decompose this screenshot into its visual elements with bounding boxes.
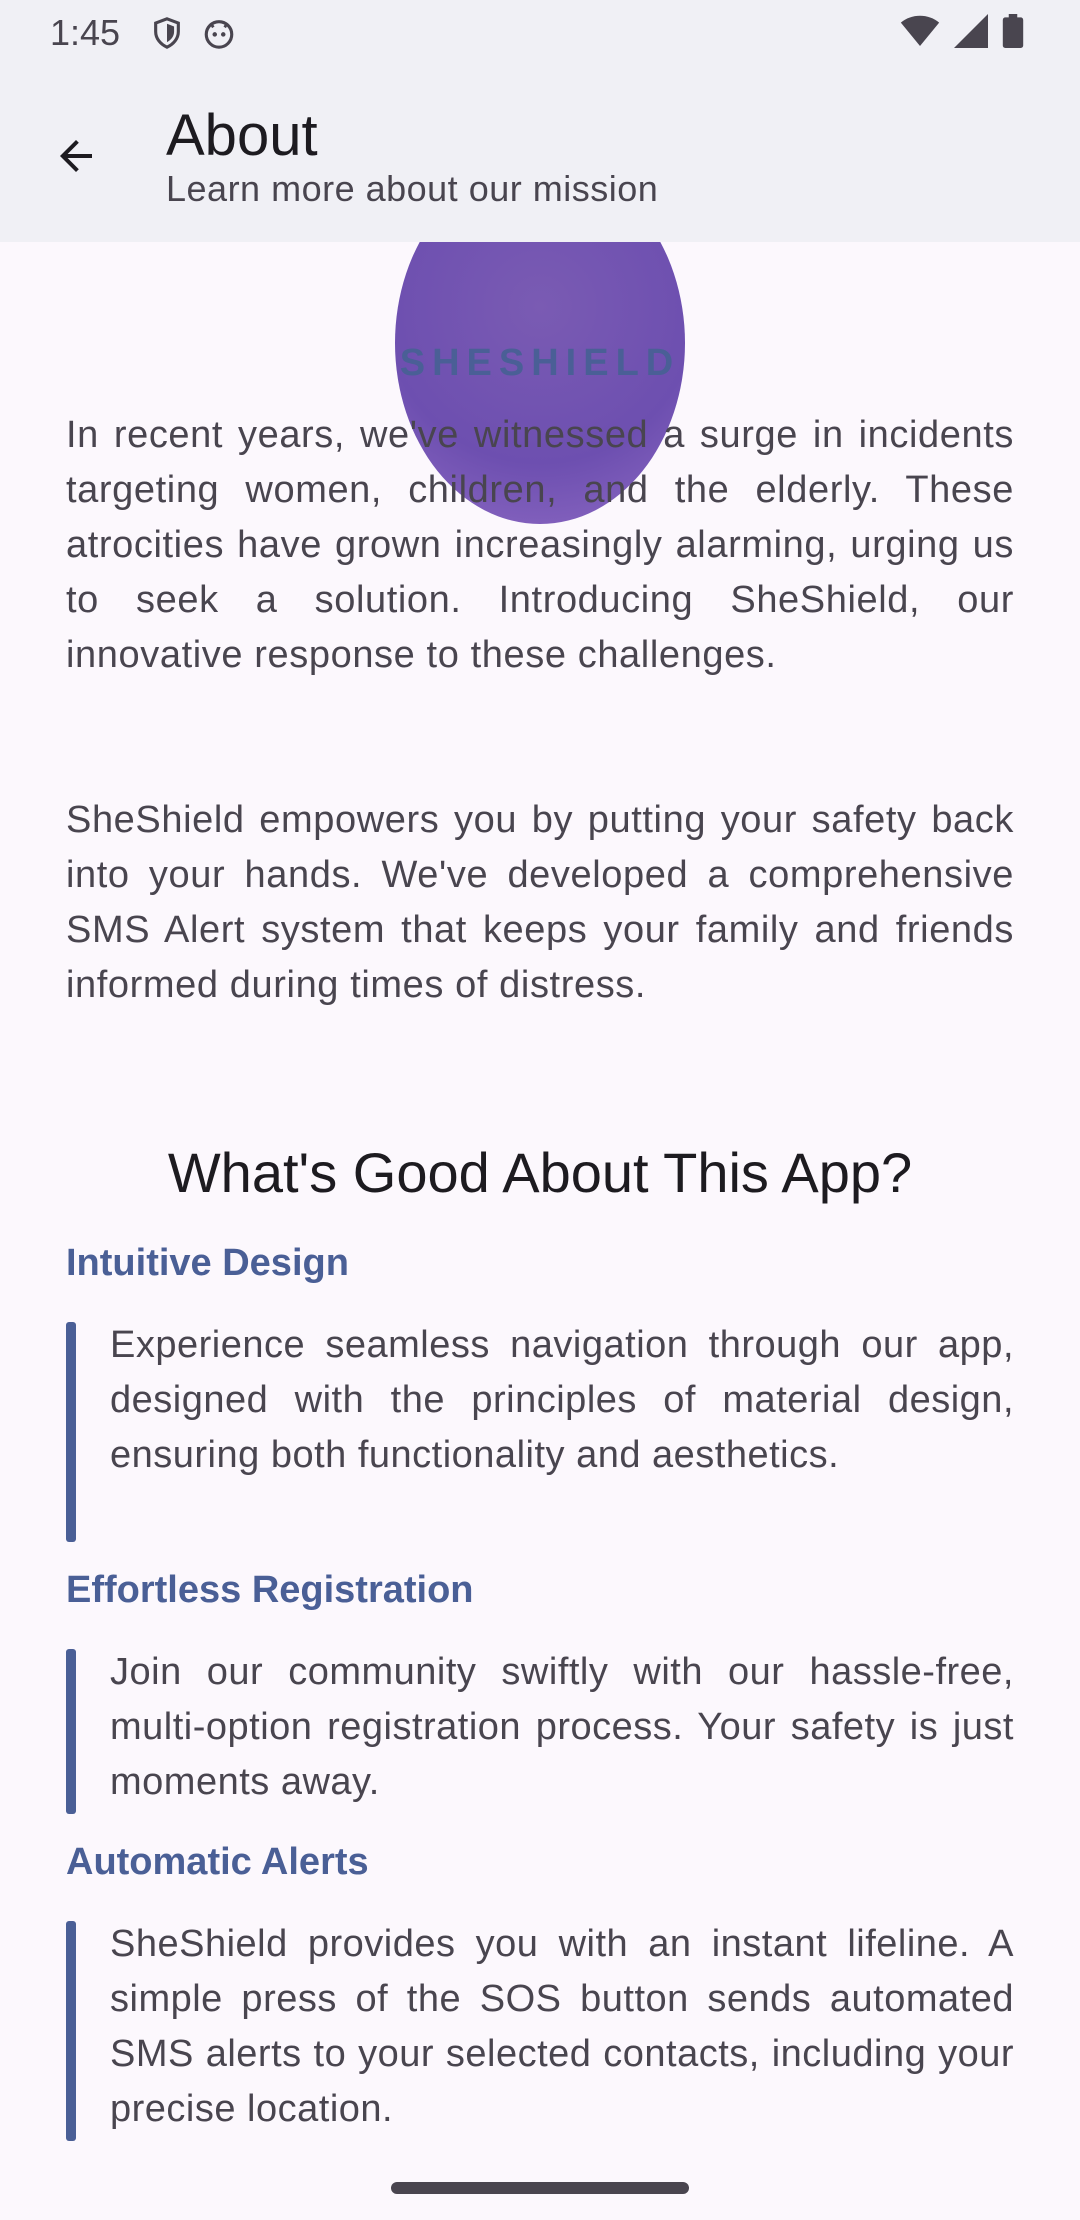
about-content[interactable]: SHESHIELD In recent years, we've witness… bbox=[0, 242, 1080, 2220]
feature-title-intuitive-design: Intuitive Design bbox=[66, 1242, 349, 1284]
section-title: What's Good About This App? bbox=[167, 1141, 913, 1204]
feature-title-automatic-alerts: Automatic Alerts bbox=[66, 1841, 369, 1883]
page-subtitle: Learn more about our mission bbox=[166, 168, 659, 209]
status-time: 1:45 bbox=[50, 12, 121, 53]
intro-paragraph: In recent years, we've witnessed a surge… bbox=[66, 414, 1014, 676]
signal-icon bbox=[954, 14, 988, 53]
page-title: About bbox=[166, 103, 318, 168]
feature-text-automatic-alerts: SheShield provides you with an instant l… bbox=[110, 1923, 1014, 2130]
feature-title-effortless-registration: Effortless Registration bbox=[66, 1569, 474, 1611]
feature-text-effortless-registration: Join our community swiftly with our hass… bbox=[110, 1651, 1014, 1803]
top-app-bar: About Learn more about our mission bbox=[0, 66, 1080, 242]
status-icons-right bbox=[900, 14, 1024, 53]
feature-accent-bar bbox=[66, 1921, 76, 2141]
android-icon bbox=[202, 16, 236, 55]
brand-title: SHESHIELD bbox=[399, 342, 681, 384]
home-indicator[interactable] bbox=[391, 2182, 689, 2194]
feature-accent-bar bbox=[66, 1649, 76, 1814]
mission-paragraph: SheShield empowers you by putting your s… bbox=[66, 799, 1014, 1006]
feature-text-intuitive-design: Experience seamless navigation through o… bbox=[110, 1324, 1014, 1476]
battery-icon bbox=[1002, 14, 1024, 53]
back-button[interactable] bbox=[38, 120, 114, 196]
wifi-icon bbox=[900, 14, 940, 53]
arrow-back-icon bbox=[52, 132, 100, 185]
status-bar: 1:45 bbox=[0, 0, 1080, 66]
shield-icon bbox=[150, 16, 184, 55]
feature-accent-bar bbox=[66, 1322, 76, 1542]
status-icons-left bbox=[150, 16, 236, 55]
